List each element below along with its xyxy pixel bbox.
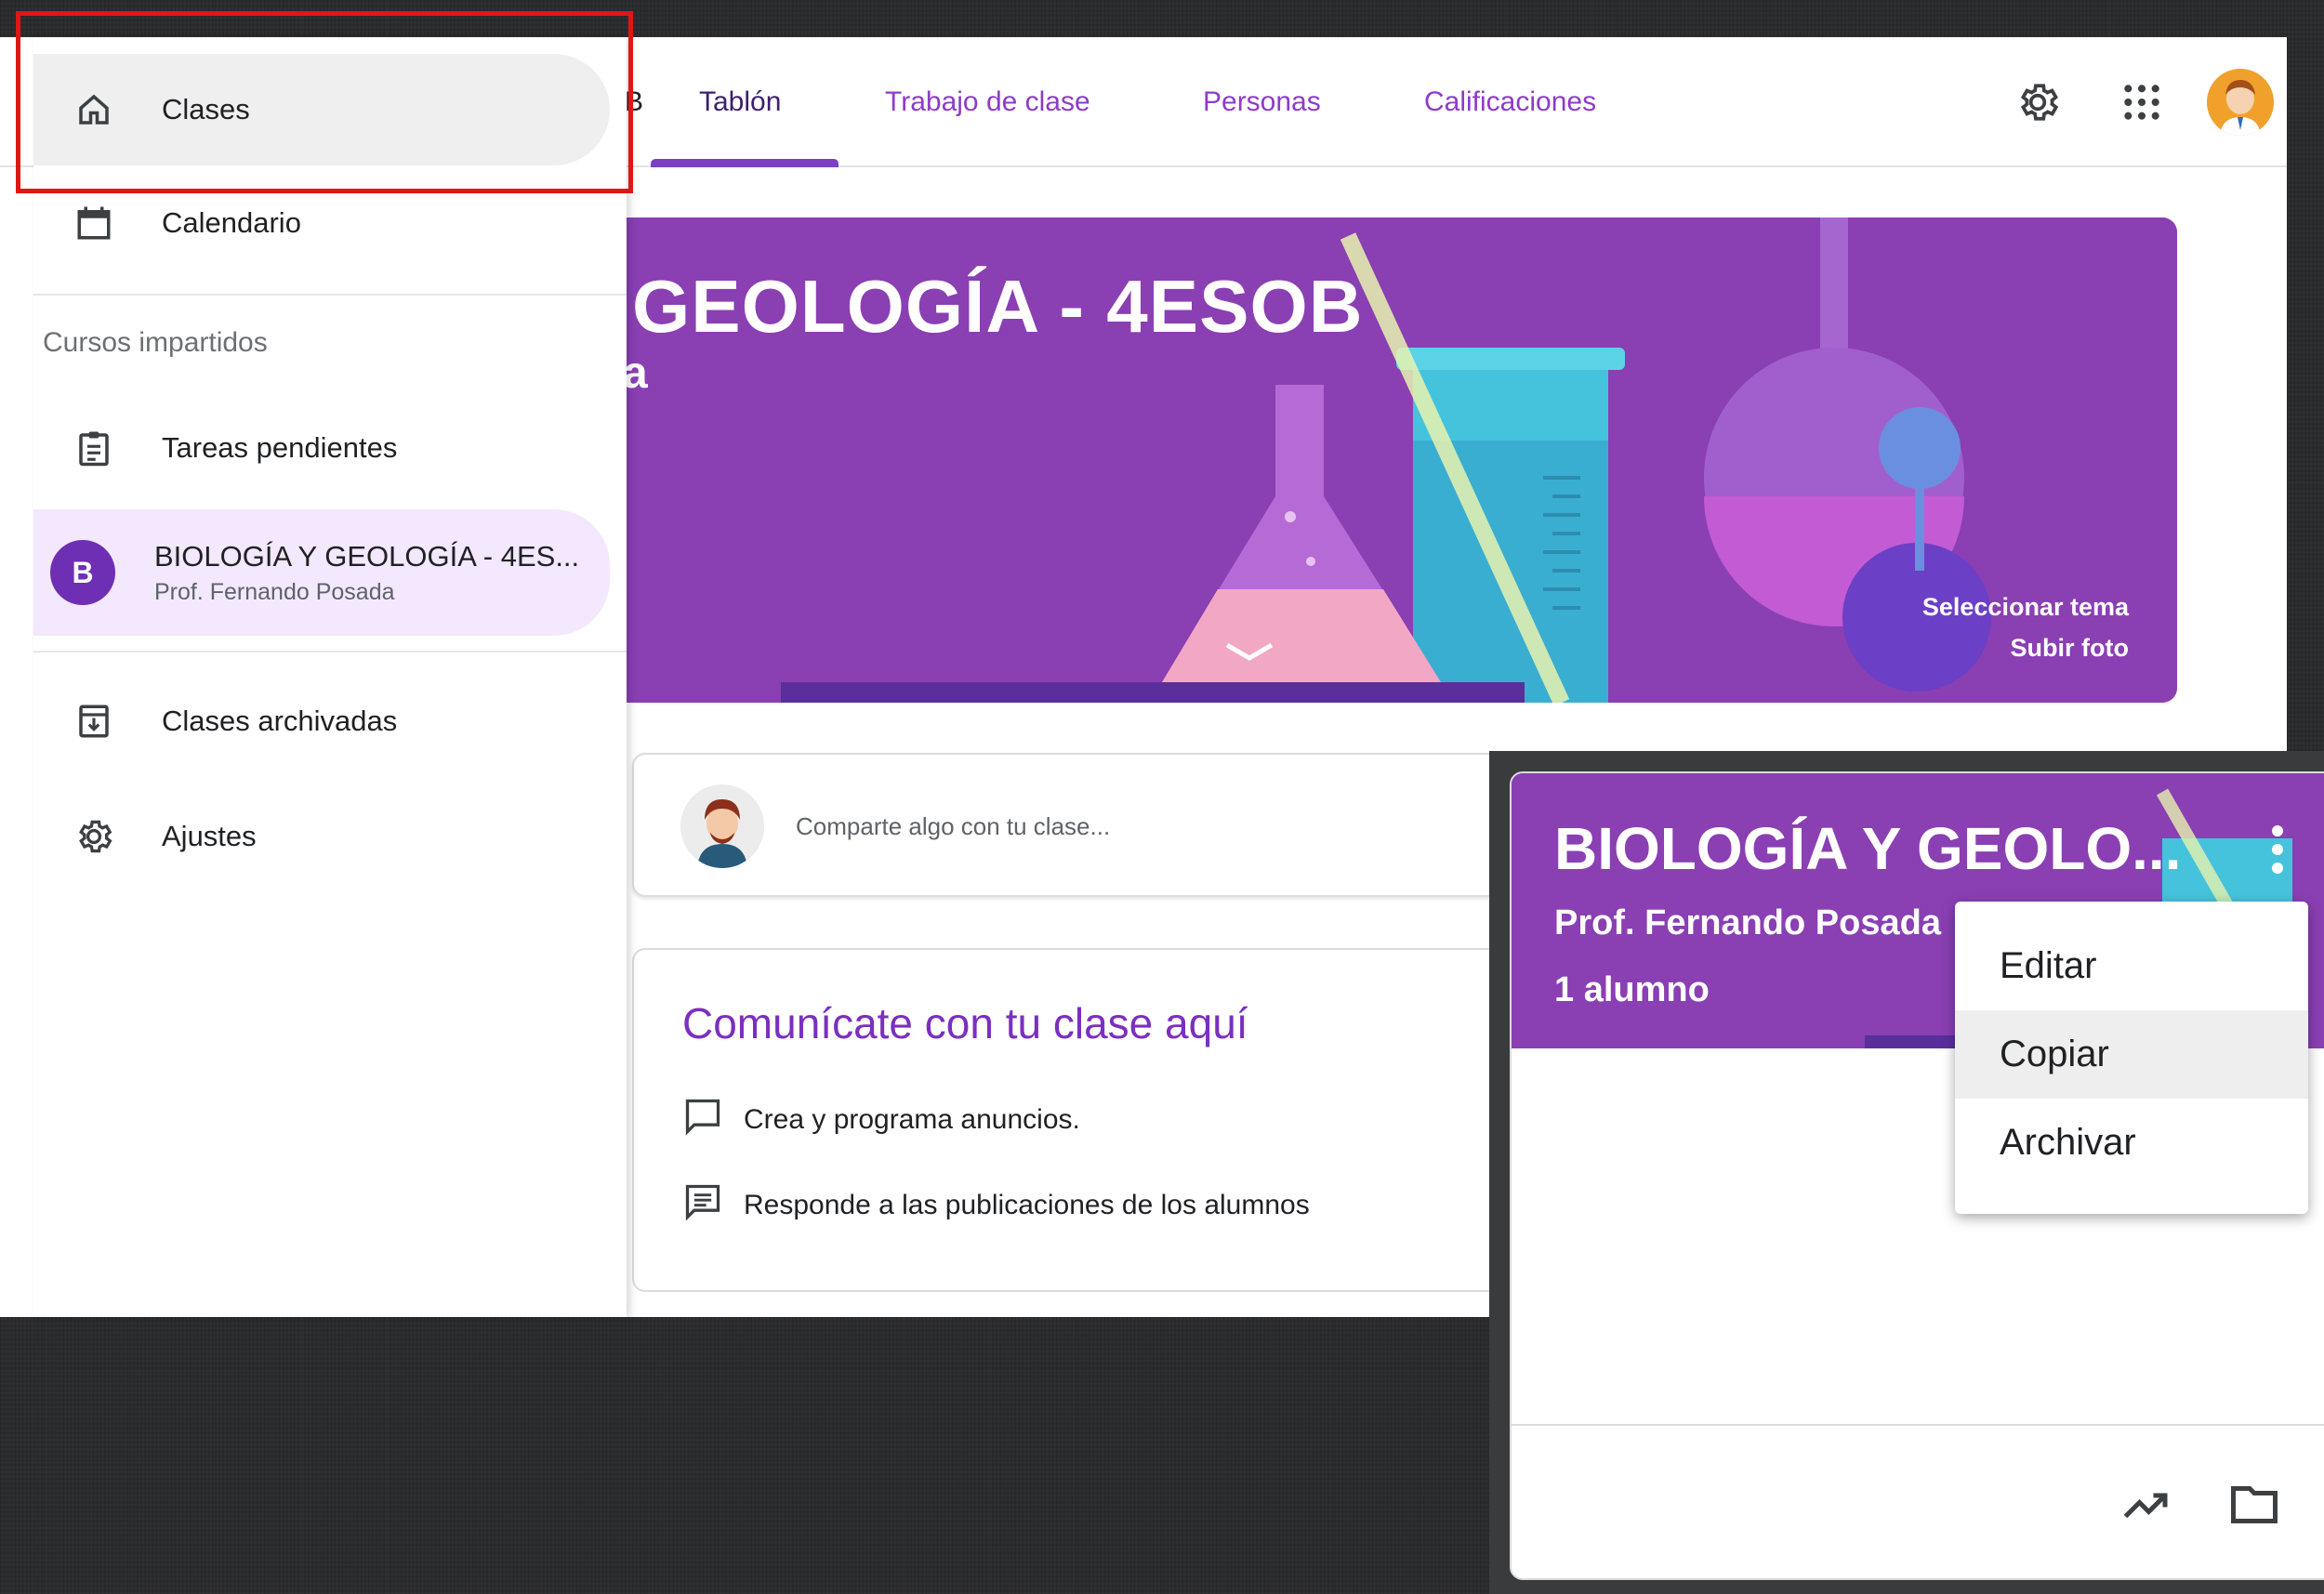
drawer-item-clases-archivadas[interactable]: Clases archivadas (33, 665, 610, 777)
list-item: Crea y programa anuncios. (682, 1097, 1080, 1143)
drawer-item-label: Clases archivadas (162, 705, 398, 737)
calendar-icon (33, 204, 136, 243)
communicate-title: Comunícate con tu clase aquí (682, 999, 1248, 1047)
card-students: 1 alumno (1554, 970, 1710, 1009)
section-label: Cursos impartidos (43, 327, 268, 358)
card-title[interactable]: BIOLOGÍA Y GEOLO... (1554, 814, 2181, 883)
communicate-card: Comunícate con tu clase aquí Crea y prog… (632, 948, 1599, 1292)
course-name: BIOLOGÍA Y GEOLOGÍA - 4ES... (154, 539, 580, 573)
card-teacher: Prof. Fernando Posada (1554, 903, 1941, 942)
drawer-item-label: Ajustes (162, 820, 257, 852)
menu-item-archivar[interactable]: Archivar (1955, 1099, 2308, 1187)
drawer-item-label: Calendario (162, 206, 301, 239)
select-theme-link[interactable]: Seleccionar tema (1922, 593, 2129, 622)
course-teacher: Prof. Fernando Posada (154, 578, 395, 605)
tab-calificaciones[interactable]: Calificaciones (1424, 37, 1596, 167)
more-options-icon[interactable] (2250, 812, 2305, 887)
tab-personas[interactable]: Personas (1203, 37, 1321, 167)
avatar[interactable] (2207, 69, 2274, 136)
drawer-item-ajustes[interactable]: Ajustes (33, 781, 610, 892)
folder-icon[interactable] (2222, 1472, 2287, 1537)
drawer-divider (33, 294, 627, 296)
menu-item-copiar[interactable]: Copiar (1955, 1010, 2308, 1099)
assignment-icon (33, 428, 136, 468)
feedback-icon (682, 1181, 723, 1230)
tab-trabajo-de-clase[interactable]: Trabajo de clase (885, 37, 1090, 167)
communicate-item-label: Crea y programa anuncios. (744, 1104, 1080, 1135)
active-tab-indicator (651, 159, 838, 167)
drawer-divider (33, 651, 627, 652)
gear-icon[interactable] (2010, 74, 2066, 130)
communicate-item-label: Responde a las publicaciones de los alum… (744, 1190, 1310, 1220)
navigation-drawer: Clases Calendario Cursos impartidos Tare… (33, 37, 627, 1317)
menu-item-editar[interactable]: Editar (1955, 922, 2308, 1010)
upload-photo-link[interactable]: Subir foto (2011, 634, 2129, 663)
archive-icon (33, 702, 136, 741)
card-divider (1512, 1424, 2324, 1426)
highlight-annotation (16, 11, 633, 193)
tab-tablon[interactable]: Tablón (699, 37, 781, 167)
card-context-menu: Editar Copiar Archivar (1955, 902, 2308, 1214)
apps-grid-icon[interactable] (2114, 74, 2170, 130)
trending-up-icon[interactable] (2114, 1472, 2179, 1537)
class-title: GEOLOGÍA - 4ESOB (632, 265, 1364, 348)
share-input[interactable]: Comparte algo con tu clase... (796, 755, 1110, 899)
share-box[interactable]: Comparte algo con tu clase... (632, 753, 1599, 897)
list-item: Responde a las publicaciones de los alum… (682, 1182, 1310, 1229)
comment-icon (682, 1096, 723, 1144)
class-subtitle: a (623, 349, 648, 398)
course-badge: B (50, 540, 115, 605)
avatar (680, 784, 764, 868)
class-banner: GEOLOGÍA - 4ESOB a Seleccionar tema Subi… (614, 217, 2177, 703)
drawer-item-course[interactable]: B BIOLOGÍA Y GEOLOGÍA - 4ES... Prof. Fer… (33, 509, 610, 636)
course-text: BIOLOGÍA Y GEOLOGÍA - 4ES... Prof. Ferna… (115, 540, 579, 606)
gear-icon (33, 816, 136, 857)
drawer-item-label: Tareas pendientes (162, 431, 398, 464)
drawer-item-tareas-pendientes[interactable]: Tareas pendientes (33, 392, 610, 504)
